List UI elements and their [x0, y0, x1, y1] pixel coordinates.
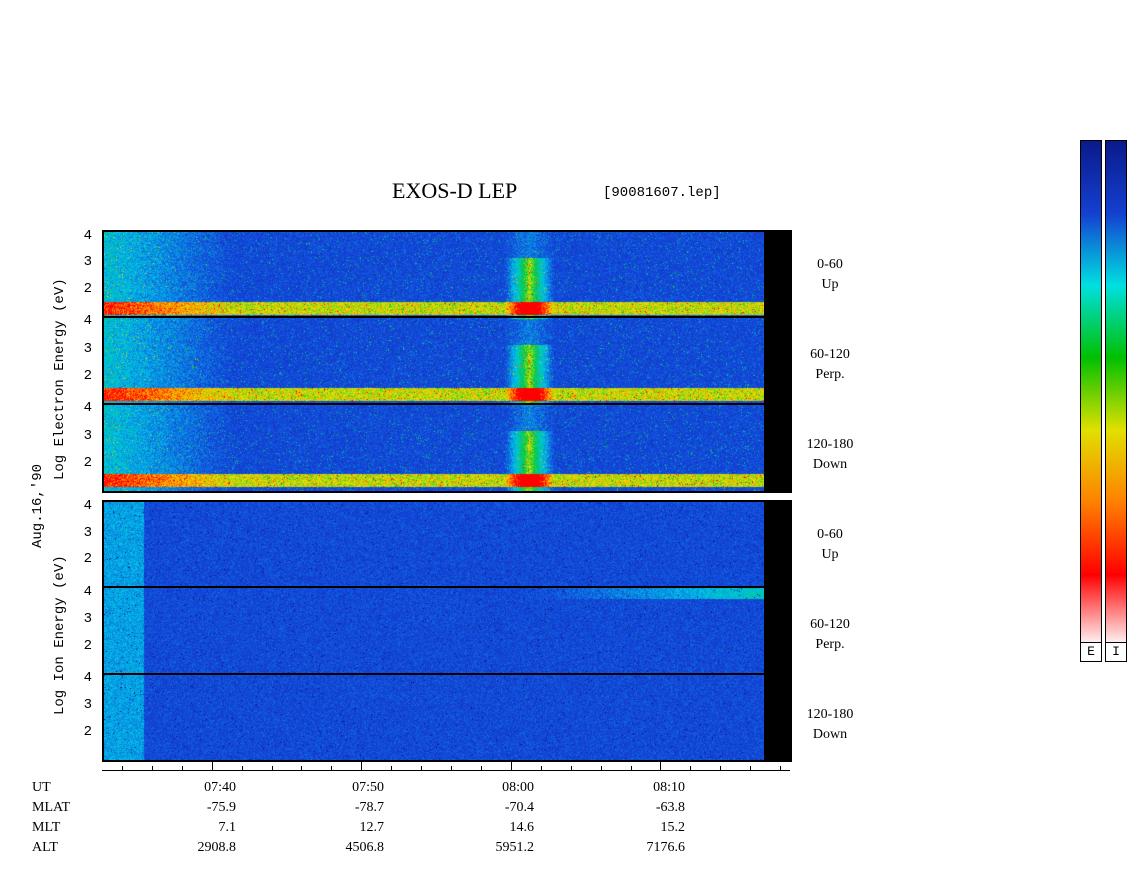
x-axis-tick	[720, 766, 722, 770]
i-channel-2-direction: Perp.	[815, 637, 845, 652]
alt-value-2: 4506.8	[345, 840, 385, 855]
e-channel-3-range: 120-180	[806, 437, 854, 452]
ion-data-gap	[764, 502, 790, 760]
mlat-value-2: -78.7	[354, 800, 384, 815]
i-channel-1-range: 0-60	[817, 527, 843, 542]
x-axis-tick	[451, 766, 453, 770]
y-tick-i3-3: 3	[83, 697, 92, 713]
x-axis-tick	[630, 766, 632, 770]
x-axis-tick	[780, 766, 782, 770]
row-label-ut: UT	[32, 780, 51, 795]
x-axis-tick	[570, 766, 572, 770]
chart-title: EXOS-D LEP	[392, 178, 518, 203]
x-axis-tick	[122, 766, 123, 770]
y-tick-e3-2: 2	[83, 455, 92, 471]
mlat-value-4: -63.8	[655, 800, 685, 815]
x-axis-tick	[540, 766, 542, 770]
i-channel-1-label: 0-60 Up	[790, 525, 870, 565]
alt-value-4: 7176.6	[646, 840, 686, 855]
i-channel-2-range: 60-120	[810, 617, 850, 632]
e-channel-3-label: 120-180 Down	[790, 435, 870, 475]
ion-separator-1	[102, 586, 766, 588]
x-axis-tick	[421, 766, 423, 770]
i-channel-3-label: 120-180 Down	[790, 705, 870, 745]
x-axis-tick	[690, 766, 692, 770]
x-axis-tick	[301, 766, 303, 770]
x-axis-tick	[391, 766, 393, 770]
mlt-value-3: 14.6	[509, 820, 535, 835]
x-axis-tick	[241, 766, 243, 770]
mlat-value-1: -75.9	[206, 800, 236, 815]
date-label: Aug.16,'90	[30, 463, 46, 548]
x-axis-tick	[600, 766, 602, 770]
ion-spectrogram	[102, 500, 792, 762]
y-tick-e3-3: 3	[83, 428, 92, 444]
e-channel-1-direction: Up	[821, 277, 839, 292]
x-axis-tick	[480, 766, 482, 770]
electron-separator-1	[102, 316, 766, 318]
electron-spectrogram	[102, 230, 792, 493]
ion-colorbar	[1105, 140, 1127, 648]
x-axis-tick	[331, 766, 333, 770]
y-tick-i3-2: 2	[83, 724, 92, 740]
row-label-mlat: MLAT	[32, 800, 71, 815]
alt-value-3: 5951.2	[495, 840, 535, 855]
ion-separator-2	[102, 673, 766, 675]
i-channel-2-label: 60-120 Perp.	[790, 615, 870, 655]
x-axis-line	[102, 770, 790, 771]
e-channel-2-range: 60-120	[810, 347, 850, 362]
y-tick-e3-4: 4	[83, 400, 92, 416]
mlat-value-3: -70.4	[504, 800, 534, 815]
electron-y-axis-label: Log Electron Energy (eV)	[52, 278, 68, 480]
x-axis-tick	[510, 762, 512, 770]
colorbar-label-i: I	[1105, 642, 1127, 662]
row-label-mlt: MLT	[32, 820, 61, 835]
e-channel-1-range: 0-60	[817, 257, 843, 272]
ion-heatmap	[104, 502, 768, 760]
ion-y-axis-label: Log Ion Energy (eV)	[52, 555, 68, 715]
y-tick-e2-3: 3	[83, 341, 92, 357]
mlt-value-1: 7.1	[218, 820, 237, 835]
y-tick-e1-4: 4	[83, 228, 92, 244]
ut-value-4: 08:10	[653, 780, 685, 795]
y-tick-e2-4: 4	[83, 313, 92, 329]
ut-value-1: 07:40	[204, 780, 236, 795]
i-channel-3-range: 120-180	[806, 707, 854, 722]
y-tick-i1-2: 2	[83, 551, 92, 567]
e-channel-2-label: 60-120 Perp.	[790, 345, 870, 385]
y-tick-i1-3: 3	[83, 525, 92, 541]
mlt-value-4: 15.2	[660, 820, 686, 835]
e-channel-3-direction: Down	[812, 457, 848, 472]
x-axis-tick	[361, 762, 363, 770]
i-channel-1-direction: Up	[821, 547, 839, 562]
alt-value-1: 2908.8	[197, 840, 237, 855]
y-tick-i1-4: 4	[83, 498, 92, 514]
electron-heatmap	[104, 232, 768, 491]
y-tick-i3-4: 4	[83, 670, 92, 686]
electron-colorbar	[1080, 140, 1102, 648]
electron-data-gap	[764, 232, 790, 491]
mlt-value-2: 12.7	[359, 820, 385, 835]
x-axis-tick	[750, 766, 752, 770]
y-tick-i2-2: 2	[83, 638, 92, 654]
y-tick-e2-2: 2	[83, 368, 92, 384]
y-tick-e1-3: 3	[83, 254, 92, 270]
x-axis-tick	[660, 762, 662, 770]
ut-value-3: 08:00	[502, 780, 534, 795]
x-axis-tick	[151, 766, 153, 770]
y-tick-e1-2: 2	[83, 281, 92, 297]
ut-value-2: 07:50	[352, 780, 384, 795]
row-label-alt: ALT	[32, 840, 58, 855]
file-name: [90081607.lep]	[603, 185, 721, 201]
x-axis-tick	[181, 766, 183, 770]
i-channel-3-direction: Down	[812, 727, 848, 742]
electron-separator-2	[102, 403, 766, 405]
colorbar-label-e: E	[1080, 642, 1102, 662]
y-tick-i2-3: 3	[83, 611, 92, 627]
x-axis-tick	[211, 762, 213, 770]
y-tick-i2-4: 4	[83, 584, 92, 600]
x-axis-tick	[271, 766, 273, 770]
e-channel-2-direction: Perp.	[815, 367, 845, 382]
e-channel-1-label: 0-60 Up	[790, 255, 870, 295]
